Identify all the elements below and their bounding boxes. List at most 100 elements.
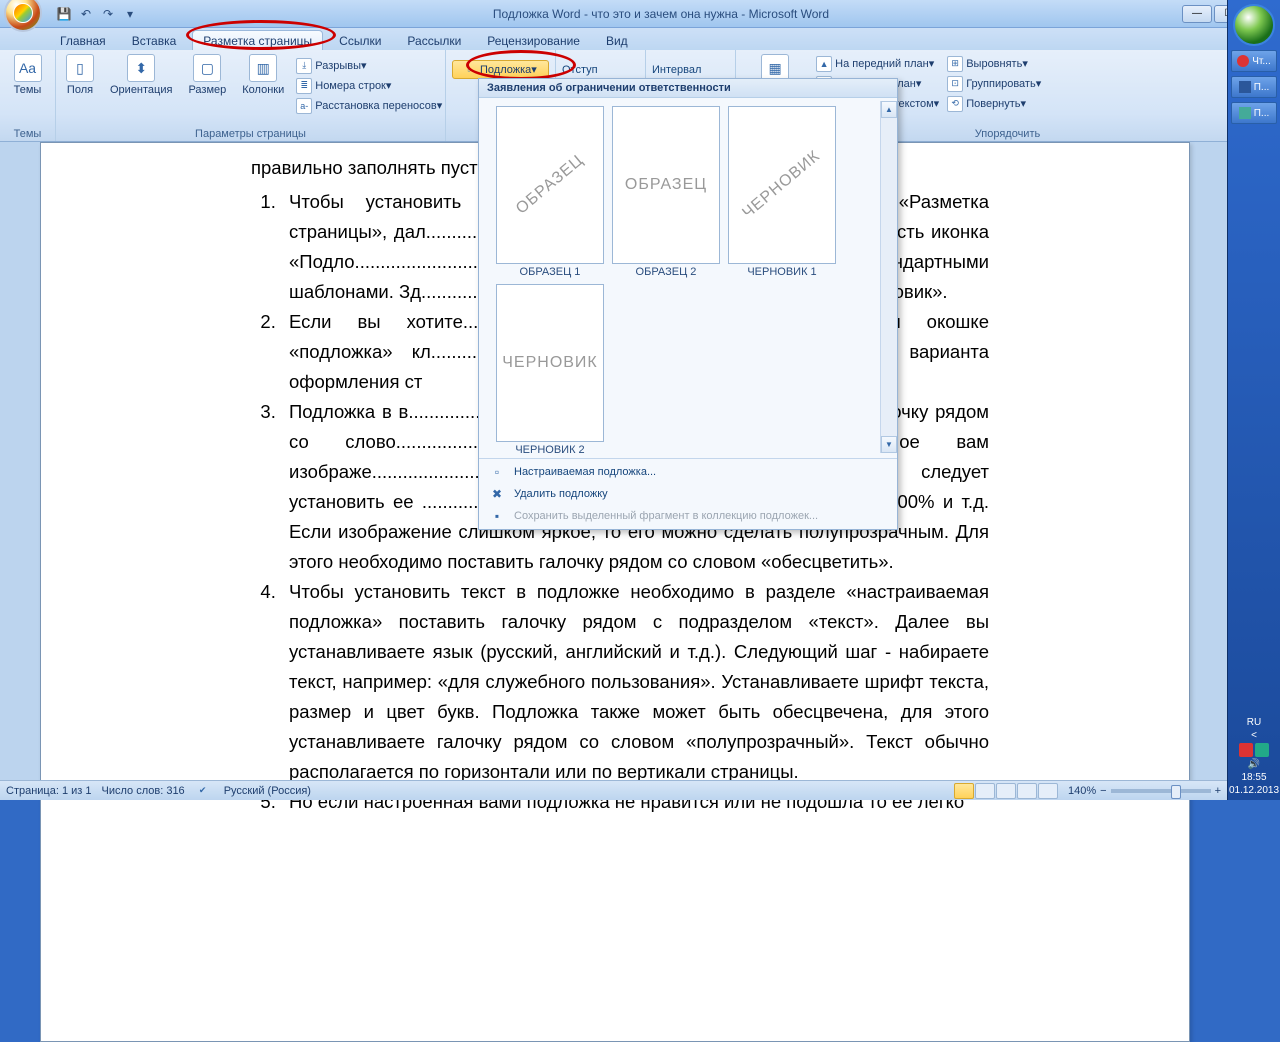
word-icon: [1239, 81, 1251, 93]
tray-lang[interactable]: RU: [1247, 717, 1261, 728]
watermark-thumb: ЧЕРНОВИК: [496, 284, 604, 442]
group-button[interactable]: ⊡Группировать ▾: [947, 74, 1041, 93]
spellcheck-icon[interactable]: ✔: [195, 783, 211, 799]
tab-home[interactable]: Главная: [50, 31, 116, 50]
outline-view[interactable]: [1017, 783, 1037, 799]
hyphenation-button[interactable]: a-Расстановка переносов ▾: [296, 96, 442, 115]
chrome-icon: [1237, 55, 1249, 67]
remove-watermark-item[interactable]: ✖Удалить подложку: [479, 483, 897, 505]
bring-front-button[interactable]: ▲На передний план ▾: [816, 54, 934, 73]
zoom-in-button[interactable]: +: [1215, 785, 1221, 797]
taskbar-app-word[interactable]: П...: [1231, 76, 1277, 98]
system-tray: RU < 🔊 18:55 01.12.2013: [1229, 717, 1279, 800]
tray-icon[interactable]: [1255, 743, 1269, 757]
qat-more-icon[interactable]: ▾: [120, 4, 140, 24]
size-button[interactable]: ▢ Размер: [184, 52, 230, 98]
watermark-preset[interactable]: ЧЕРНОВИК ЧЕРНОВИК 1: [727, 106, 837, 278]
tab-mailings[interactable]: Рассылки: [397, 31, 471, 50]
margins-icon: ▯: [66, 54, 94, 82]
lbl: Поля: [67, 84, 93, 96]
taskbar-app-paint[interactable]: П...: [1231, 102, 1277, 124]
page-status[interactable]: Страница: 1 из 1: [6, 785, 92, 797]
tab-view[interactable]: Вид: [596, 31, 638, 50]
gallery-header: Заявления об ограничении ответственности: [479, 79, 897, 98]
watermark-preset[interactable]: ОБРАЗЕЦ ОБРАЗЕЦ 2: [611, 106, 721, 278]
start-button[interactable]: [1233, 4, 1275, 46]
zoom-control: 140% − +: [1068, 785, 1221, 797]
word-count[interactable]: Число слов: 316: [102, 785, 185, 797]
remove-icon: ✖: [489, 486, 505, 502]
tab-page-layout[interactable]: Разметка страницы: [192, 30, 323, 50]
watermark-thumb: ЧЕРНОВИК: [728, 106, 836, 264]
themes-label: Темы: [14, 84, 42, 96]
group-page-setup: ▯ Поля ⬍Ориентация ▢ Размер ▥ Колонки ⤓Разр…: [56, 50, 446, 141]
windows-taskbar: Чт... П... П... RU < 🔊 18:55 01.12.2013: [1227, 0, 1280, 800]
breaks-icon: ⤓: [296, 58, 312, 74]
size-icon: ▢: [193, 54, 221, 82]
title-bar: 💾 ↶ ↷ ▾ Подложка Word - что это и зачем …: [0, 0, 1280, 28]
spacing-header: Интервал: [652, 60, 729, 79]
gallery-scrollbar[interactable]: ▲ ▼: [880, 101, 897, 453]
window-title: Подложка Word - что это и зачем она нужн…: [140, 7, 1182, 21]
save-icon: ▪: [489, 508, 505, 524]
doc-icon: ▫: [489, 464, 505, 480]
front-icon: ▲: [816, 56, 832, 72]
print-layout-view[interactable]: [954, 783, 974, 799]
tray-icon[interactable]: [1239, 743, 1253, 757]
group-icon: ⊡: [947, 76, 963, 92]
columns-icon: ▥: [249, 54, 277, 82]
lbl: Размер: [188, 84, 226, 96]
tab-insert[interactable]: Вставка: [122, 31, 187, 50]
watermark-thumb: ОБРАЗЕЦ: [612, 106, 720, 264]
themes-icon: Aa: [14, 54, 42, 82]
watermark-preset[interactable]: ОБРАЗЕЦ ОБРАЗЕЦ 1: [495, 106, 605, 278]
doc-item: Чтобы установить текст в подложке необхо…: [281, 577, 989, 787]
taskbar-app-chrome[interactable]: Чт...: [1231, 50, 1277, 72]
custom-watermark-item[interactable]: ▫Настраиваемая подложка...: [479, 461, 897, 483]
breaks-button[interactable]: ⤓Разрывы ▾: [296, 56, 366, 75]
zoom-level[interactable]: 140%: [1068, 785, 1096, 797]
save-icon[interactable]: 💾: [54, 4, 74, 24]
tray-time[interactable]: 18:55: [1241, 772, 1266, 783]
full-screen-view[interactable]: [975, 783, 995, 799]
lbl: Колонки: [242, 84, 284, 96]
ribbon-tabs: Главная Вставка Разметка страницы Ссылки…: [0, 28, 1280, 50]
status-bar: Страница: 1 из 1 Число слов: 316 ✔ Русск…: [0, 780, 1227, 800]
group-themes: Aa Темы Темы: [0, 50, 56, 141]
align-icon: ⊞: [947, 56, 963, 72]
language-status[interactable]: Русский (Россия): [224, 785, 311, 797]
tray-arrow-icon[interactable]: <: [1251, 730, 1257, 741]
rotate-button[interactable]: ⟲Повернуть ▾: [947, 94, 1026, 113]
tray-date[interactable]: 01.12.2013: [1229, 785, 1279, 796]
group-label: Параметры страницы: [62, 127, 439, 141]
undo-icon[interactable]: ↶: [76, 4, 96, 24]
watermark-preset[interactable]: ЧЕРНОВИК ЧЕРНОВИК 2: [495, 284, 605, 456]
view-buttons: [954, 783, 1058, 799]
scroll-down-icon[interactable]: ▼: [881, 436, 897, 453]
watermark-thumb: ОБРАЗЕЦ: [496, 106, 604, 264]
quick-access-toolbar: 💾 ↶ ↷ ▾: [54, 4, 140, 24]
tray-volume-icon[interactable]: 🔊: [1248, 759, 1260, 770]
lines-icon: ≣: [296, 78, 312, 94]
scroll-up-icon[interactable]: ▲: [881, 101, 897, 118]
tab-references[interactable]: Ссылки: [329, 31, 391, 50]
minimize-button[interactable]: —: [1182, 5, 1212, 23]
themes-button[interactable]: Aa Темы: [6, 52, 49, 98]
columns-button[interactable]: ▥ Колонки: [238, 52, 288, 98]
margins-button[interactable]: ▯ Поля: [62, 52, 98, 98]
rotate-icon: ⟲: [947, 96, 963, 112]
zoom-out-button[interactable]: −: [1100, 785, 1106, 797]
web-layout-view[interactable]: [996, 783, 1016, 799]
line-numbers-button[interactable]: ≣Номера строк ▾: [296, 76, 391, 95]
watermark-icon: ▫: [461, 62, 477, 78]
orientation-button[interactable]: ⬍Ориентация: [106, 52, 176, 98]
watermark-button[interactable]: ▫Подложка ▾: [452, 60, 549, 79]
redo-icon[interactable]: ↷: [98, 4, 118, 24]
draft-view[interactable]: [1038, 783, 1058, 799]
watermark-gallery: Заявления об ограничении ответственности…: [478, 78, 898, 530]
tab-review[interactable]: Рецензирование: [477, 31, 590, 50]
zoom-slider[interactable]: [1111, 789, 1211, 793]
hyphen-icon: a-: [296, 98, 312, 114]
align-button[interactable]: ⊞Выровнять ▾: [947, 54, 1028, 73]
paint-icon: [1239, 107, 1251, 119]
